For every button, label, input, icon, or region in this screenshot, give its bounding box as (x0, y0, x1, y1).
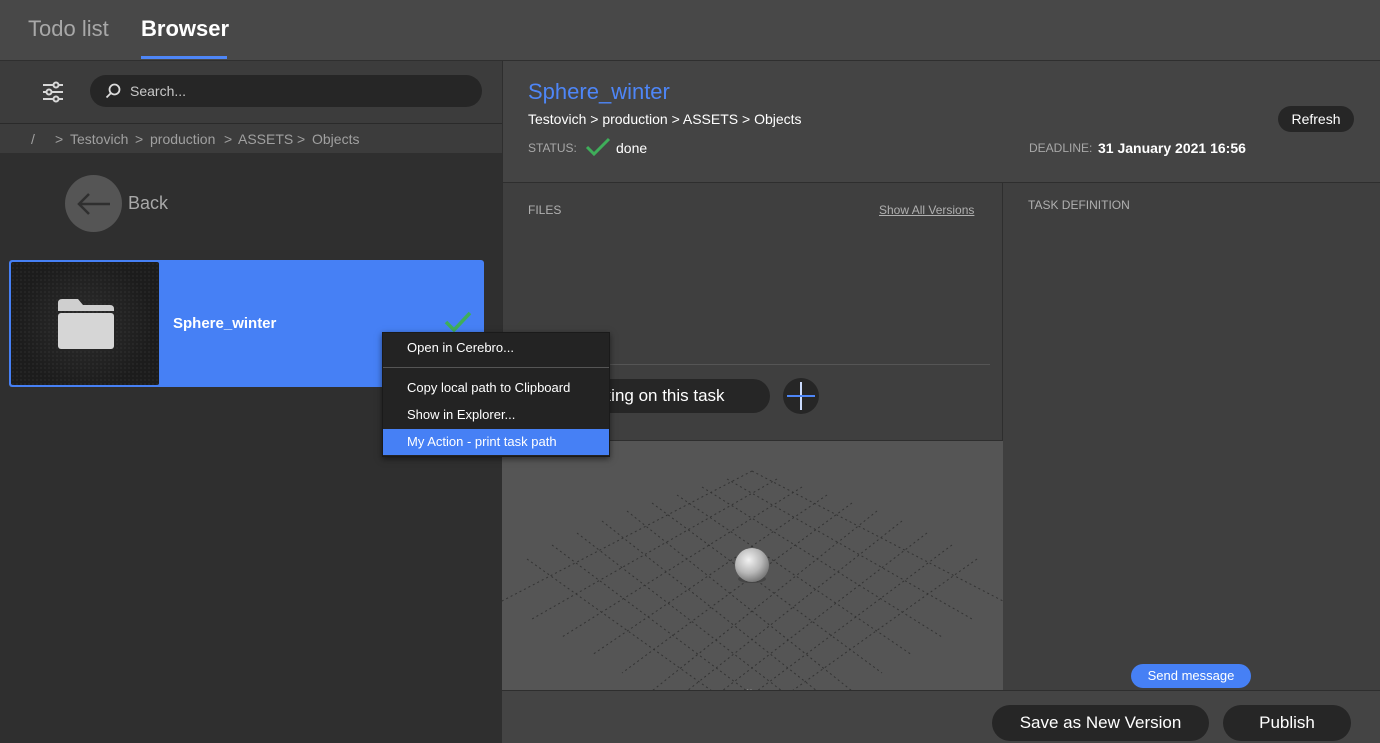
task-title: Sphere_winter (528, 79, 670, 104)
breadcrumb-item-testovich[interactable]: Testovich (70, 131, 128, 147)
menu-item-copy-local-path[interactable]: Copy local path to Clipboard (383, 375, 609, 401)
refresh-button[interactable]: Refresh (1278, 106, 1354, 132)
asset-thumbnail (11, 262, 159, 385)
show-all-versions-link[interactable]: Show All Versions (879, 203, 974, 217)
action-footer: Save as New Version Publish (502, 690, 1380, 743)
menu-item-open-in-cerebro[interactable]: Open in Cerebro... (383, 335, 609, 361)
back-label: Back (128, 193, 169, 213)
menu-item-my-action-print-task-path[interactable]: My Action - print task path (383, 429, 609, 455)
breadcrumb-item-objects[interactable]: Objects (312, 131, 359, 147)
folder-icon (58, 299, 114, 349)
breadcrumb-item-assets[interactable]: ASSETS (238, 131, 293, 147)
files-label: FILES (528, 203, 562, 217)
tab-bar: Todo list Browser (0, 0, 1380, 61)
search-box (90, 75, 482, 107)
breadcrumb-separator: > (224, 131, 233, 147)
save-as-new-version-button[interactable]: Save as New Version (992, 705, 1209, 741)
status-check-icon (585, 137, 611, 157)
status-label: STATUS: (528, 141, 577, 155)
breadcrumb-separator: > (135, 131, 144, 147)
context-menu: Open in Cerebro... Copy local path to Cl… (382, 332, 610, 457)
back-button[interactable]: Back (65, 175, 168, 232)
deadline-label: DEADLINE: (1029, 141, 1093, 155)
publish-button[interactable]: Publish (1223, 705, 1351, 741)
task-definition-panel: TASK DEFINITION Send message (1003, 183, 1380, 690)
svg-text:‥: ‥ (746, 683, 753, 690)
breadcrumb-root[interactable]: / (31, 131, 35, 147)
menu-separator (383, 367, 609, 368)
breadcrumb-separator: > (297, 131, 306, 147)
task-header: Sphere_winter Testovich > production > A… (502, 61, 1380, 183)
grid-preview-image: ‥ (502, 470, 1003, 690)
filter-settings-icon[interactable] (40, 79, 66, 105)
checkmark-icon (443, 310, 473, 334)
search-input[interactable] (130, 75, 470, 107)
task-path: Testovich > production > ASSETS > Object… (528, 111, 802, 127)
breadcrumb-separator: > (55, 131, 64, 147)
send-message-button[interactable]: Send message (1131, 664, 1251, 688)
tab-todo-list[interactable]: Todo list (28, 16, 109, 42)
breadcrumb: / > Testovich > production > ASSETS > Ob… (0, 123, 502, 153)
status-value: done (616, 140, 648, 156)
breadcrumb-item-production[interactable]: production (150, 131, 215, 147)
task-definition-label: TASK DEFINITION (1028, 198, 1130, 212)
deadline-value: 31 January 2021 16:56 (1098, 140, 1246, 156)
active-tab-indicator (141, 56, 227, 59)
asset-title: Sphere_winter (173, 315, 277, 332)
browser-toolbar: / > Testovich > production > ASSETS > Ob… (0, 61, 502, 153)
back-arrow-icon (65, 175, 122, 232)
add-file-button[interactable] (783, 378, 819, 414)
app-window: Todo list Browser Search... / > Testovic… (0, 0, 1380, 743)
plus-icon (787, 382, 815, 410)
search-icon (104, 82, 122, 100)
preview-viewport[interactable]: ‥ (502, 440, 1003, 690)
tab-browser[interactable]: Browser (141, 16, 229, 42)
menu-item-show-in-explorer[interactable]: Show in Explorer... (383, 402, 609, 428)
